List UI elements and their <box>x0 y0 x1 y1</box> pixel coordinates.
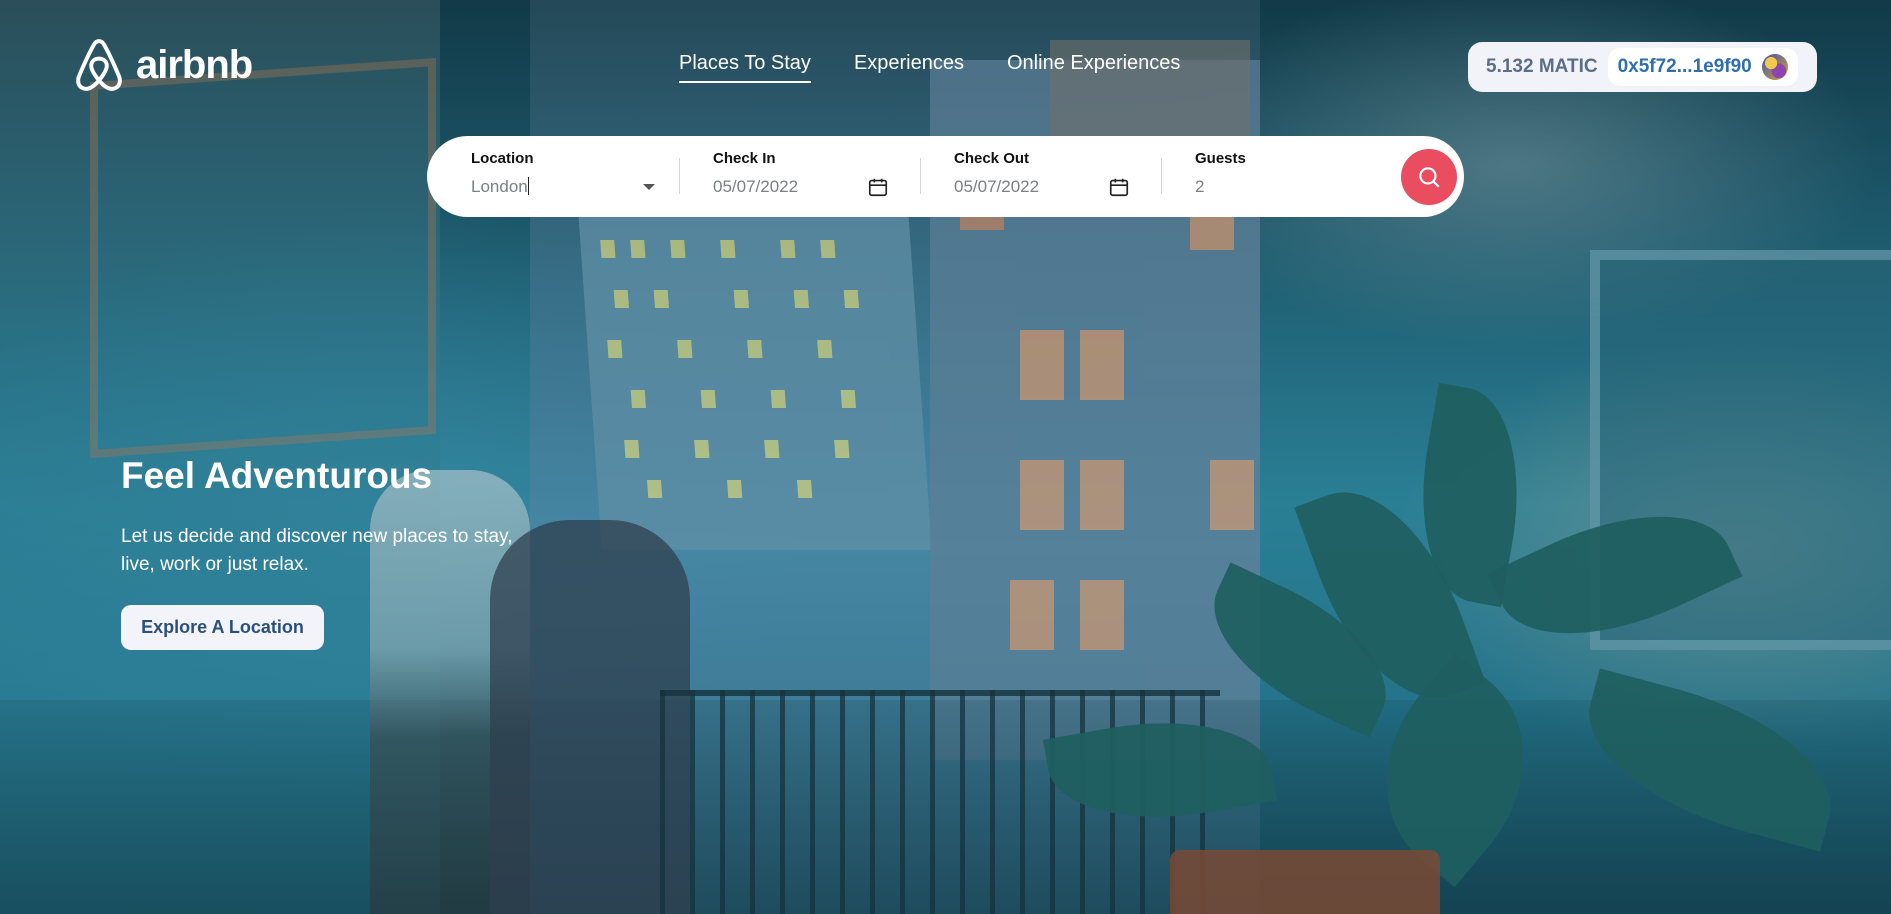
check-out-input[interactable]: 05/07/2022 <box>954 177 1039 197</box>
hero-subtitle: Let us decide and discover new places to… <box>121 526 513 575</box>
field-divider <box>679 158 680 194</box>
wallet-widget[interactable]: 5.132 MATIC 0x5f72...1e9f90 <box>1468 42 1817 92</box>
search-bar: Location London Check In 05/07/2022 Chec… <box>427 136 1464 217</box>
search-button[interactable] <box>1401 149 1457 205</box>
field-divider <box>920 158 921 194</box>
nav-places-to-stay[interactable]: Places To Stay <box>679 52 811 83</box>
wallet-balance: 5.132 MATIC <box>1486 56 1598 77</box>
wallet-account-button[interactable]: 0x5f72...1e9f90 <box>1607 48 1798 86</box>
guests-field[interactable]: Guests 2 <box>1195 150 1246 197</box>
hero-title: Feel Adventurous <box>121 455 433 496</box>
illustration-frame <box>90 57 436 459</box>
check-out-label: Check Out <box>954 150 1030 167</box>
location-field[interactable]: Location London <box>471 150 534 197</box>
calendar-icon[interactable] <box>867 176 889 198</box>
wallet-avatar-icon <box>1761 54 1788 80</box>
calendar-icon[interactable] <box>1108 176 1130 198</box>
brand-logo[interactable]: airbnb <box>70 36 253 94</box>
chevron-down-icon[interactable] <box>643 184 655 190</box>
airbnb-logo-icon <box>76 39 122 91</box>
main-nav: Places To Stay Experiences Online Experi… <box>679 52 1180 83</box>
field-divider <box>1161 158 1162 194</box>
guests-input[interactable]: 2 <box>1195 177 1246 197</box>
location-label: Location <box>471 150 534 167</box>
text-cursor <box>527 177 529 195</box>
wallet-address: 0x5f72...1e9f90 <box>1617 56 1752 77</box>
check-out-field[interactable]: Check Out 05/07/2022 <box>954 150 1039 197</box>
check-in-input[interactable]: 05/07/2022 <box>713 177 798 197</box>
nav-experiences[interactable]: Experiences <box>854 52 964 83</box>
nav-online-experiences[interactable]: Online Experiences <box>1007 52 1180 83</box>
guests-label: Guests <box>1195 150 1246 167</box>
explore-location-button[interactable]: Explore A Location <box>121 605 324 650</box>
illustration-building <box>578 210 932 550</box>
check-in-field[interactable]: Check In 05/07/2022 <box>713 150 798 197</box>
check-in-label: Check In <box>713 150 776 167</box>
location-input[interactable]: London <box>471 177 528 196</box>
illustration-pot <box>1170 850 1440 914</box>
brand-name: airbnb <box>136 42 253 87</box>
search-icon <box>1419 167 1440 188</box>
